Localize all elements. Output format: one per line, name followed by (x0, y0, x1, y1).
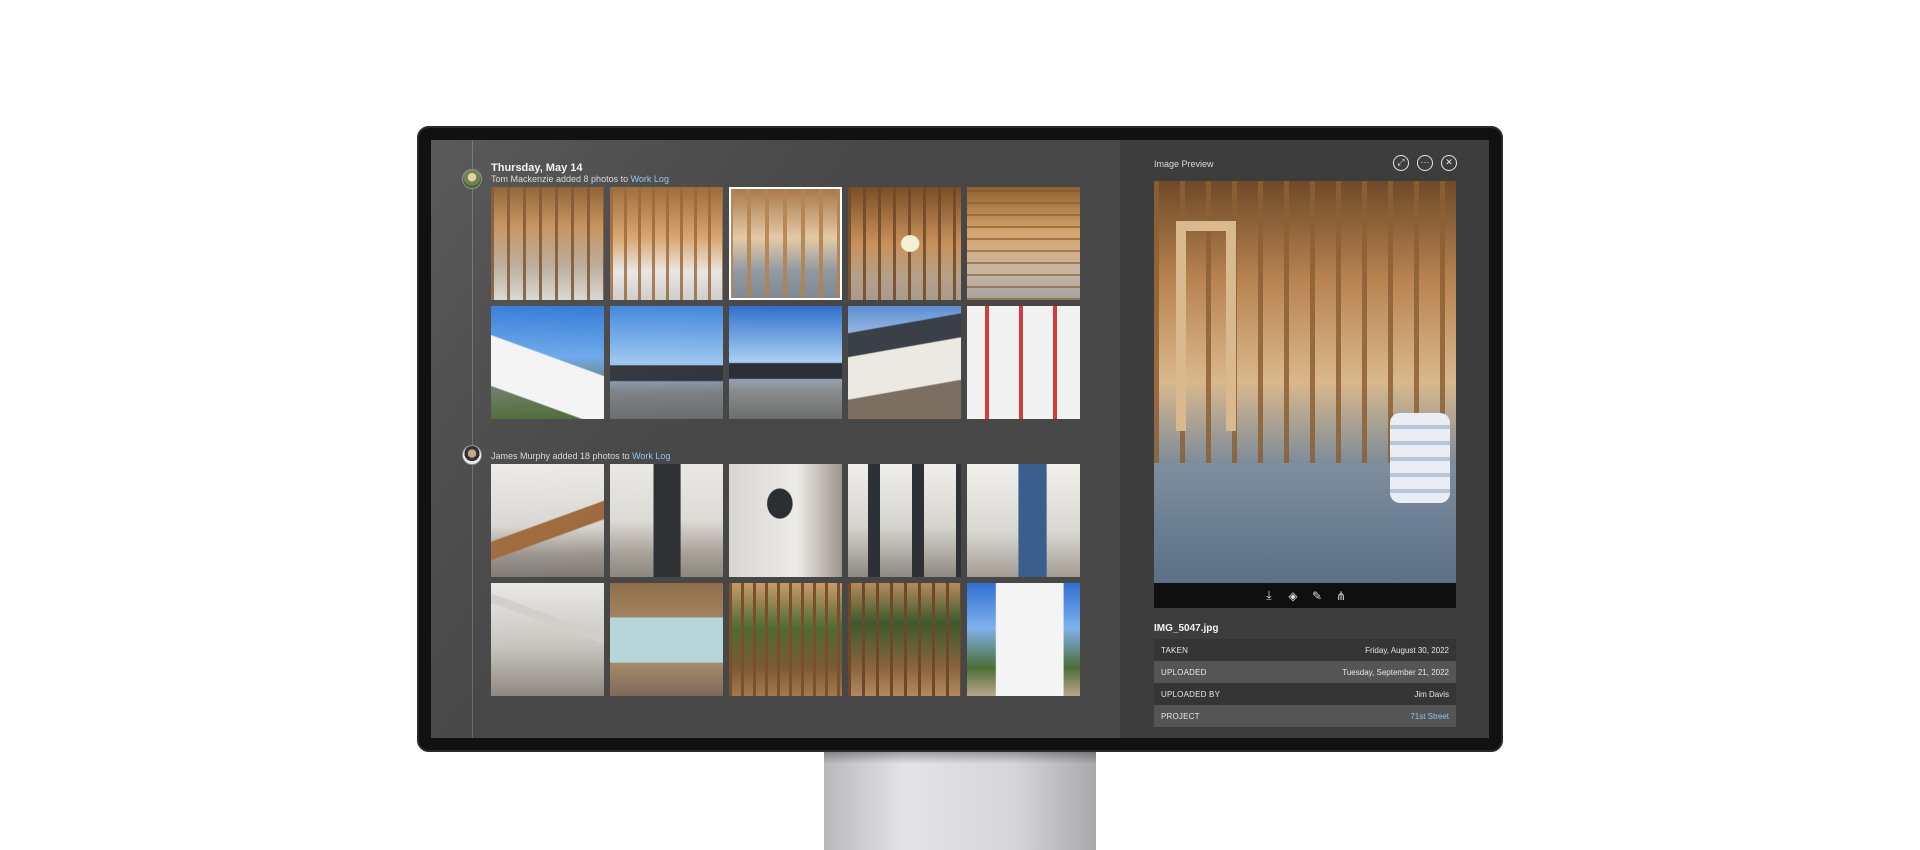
photo-thumbnail[interactable] (491, 306, 604, 419)
photo-thumbnail[interactable] (848, 583, 961, 696)
work-log-link-1[interactable]: Work Log (631, 174, 669, 184)
photo-thumbnail[interactable] (848, 187, 961, 300)
preview-door-frame (1176, 221, 1236, 431)
photo-thumbnail-selected[interactable] (729, 187, 842, 300)
work-log-link-2[interactable]: Work Log (632, 451, 670, 461)
photo-thumbnail[interactable] (967, 464, 1080, 577)
user-avatar-tom[interactable] (462, 169, 482, 189)
monitor-stand-shadow (824, 750, 1096, 764)
edit-icon[interactable]: ✎ (1310, 589, 1324, 603)
detail-label: TAKEN (1161, 645, 1189, 655)
activity-text-2: James Murphy added 18 photos to Work Log (491, 451, 670, 461)
detail-row-taken: TAKEN Friday, August 30, 2022 (1154, 639, 1456, 661)
photo-thumbnail[interactable] (848, 464, 961, 577)
photo-thumbnail[interactable] (610, 464, 723, 577)
monitor-stand (824, 750, 1096, 850)
more-icon[interactable]: ⋯ (1417, 155, 1433, 171)
expand-icon[interactable]: ⤢ (1393, 155, 1409, 171)
monitor: Thursday, May 14 Tom Mackenzie added 8 p… (417, 126, 1503, 752)
user-avatar-james[interactable] (462, 445, 482, 465)
photo-thumbnail[interactable] (967, 583, 1080, 696)
activity-2-description: James Murphy added 18 photos to (491, 451, 633, 461)
day-title: Thursday, May 14 (491, 162, 583, 174)
photo-thumbnail[interactable] (848, 306, 961, 419)
detail-row-project: PROJECT 71st Street (1154, 705, 1456, 727)
photo-feed: Thursday, May 14 Tom Mackenzie added 8 p… (431, 140, 1120, 738)
photo-thumbnail[interactable] (610, 306, 723, 419)
panel-header-actions: ⤢ ⋯ ✕ (1393, 155, 1457, 171)
image-preview-panel: Image Preview ⤢ ⋯ ✕ ⤓ ◈ ✎ ⋔ IMG_5047.jpg (1120, 140, 1489, 738)
detail-row-uploaded: UPLOADED Tuesday, September 21, 2022 (1154, 661, 1456, 683)
detail-row-uploaded-by: UPLOADED BY Jim Davis (1154, 683, 1456, 705)
app-screen: Thursday, May 14 Tom Mackenzie added 8 p… (431, 140, 1489, 738)
photo-thumbnail[interactable] (967, 187, 1080, 300)
detail-label: UPLOADED BY (1161, 689, 1221, 699)
activity-1-description: Tom Mackenzie added 8 photos to (491, 174, 631, 184)
photo-thumbnail[interactable] (491, 583, 604, 696)
panel-title: Image Preview (1154, 159, 1214, 169)
timeline-line (472, 140, 473, 738)
detail-label: UPLOADED (1161, 667, 1207, 677)
download-icon[interactable]: ⤓ (1262, 588, 1276, 603)
project-link[interactable]: 71st Street (1410, 712, 1449, 721)
preview-toolbar: ⤓ ◈ ✎ ⋔ (1154, 583, 1456, 608)
photo-thumbnail[interactable] (610, 583, 723, 696)
photo-thumbnail[interactable] (729, 306, 842, 419)
detail-label: PROJECT (1161, 711, 1200, 721)
photo-thumbnail[interactable] (491, 464, 604, 577)
detail-value: Friday, August 30, 2022 (1365, 645, 1449, 655)
photo-thumbnail[interactable] (967, 306, 1080, 419)
photo-thumbnail[interactable] (729, 583, 842, 696)
detail-value: Tuesday, September 21, 2022 (1342, 667, 1449, 677)
photo-thumbnail[interactable] (729, 464, 842, 577)
photo-thumbnail[interactable] (491, 187, 604, 300)
share-icon[interactable]: ⋔ (1334, 589, 1348, 603)
file-name: IMG_5047.jpg (1154, 623, 1219, 634)
detail-value: Jim Davis (1414, 689, 1449, 699)
rotate-icon[interactable]: ◈ (1286, 589, 1300, 603)
photo-grid-2 (491, 464, 1080, 696)
preview-insulation-roll (1390, 413, 1450, 503)
photo-grid-1 (491, 187, 1080, 419)
preview-image[interactable] (1154, 181, 1456, 583)
details-table: TAKEN Friday, August 30, 2022 UPLOADED T… (1154, 639, 1456, 727)
photo-thumbnail[interactable] (610, 187, 723, 300)
close-icon[interactable]: ✕ (1441, 155, 1457, 171)
activity-text-1: Tom Mackenzie added 8 photos to Work Log (491, 174, 669, 184)
